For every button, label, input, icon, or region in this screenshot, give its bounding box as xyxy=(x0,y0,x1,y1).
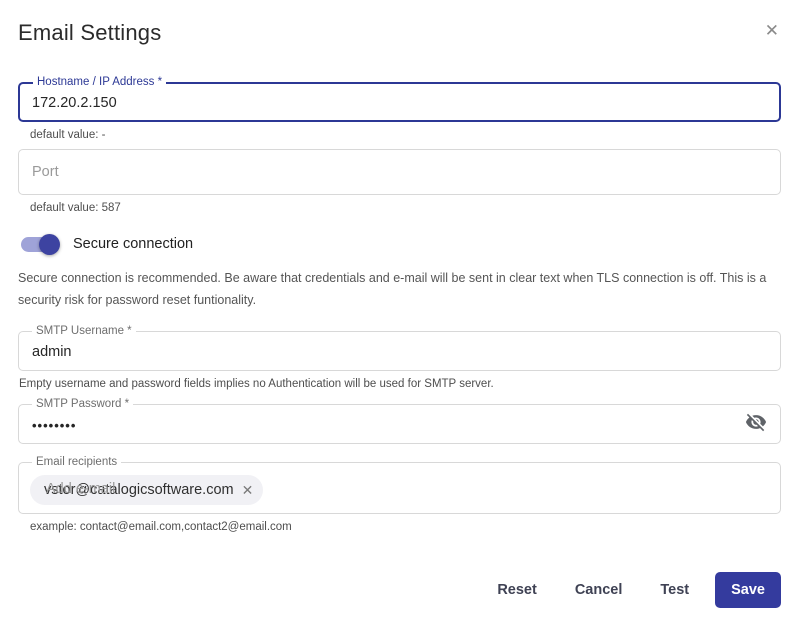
secure-connection-row: Secure connection xyxy=(18,232,781,256)
smtp-password-input[interactable] xyxy=(18,398,781,444)
reset-button[interactable]: Reset xyxy=(485,573,549,607)
secure-connection-toggle[interactable] xyxy=(21,233,60,255)
visibility-off-icon[interactable] xyxy=(743,409,769,435)
secure-connection-description: Secure connection is recommended. Be awa… xyxy=(18,271,767,307)
save-button[interactable]: Save xyxy=(715,572,781,608)
port-helper-text: default value: 587 xyxy=(30,202,121,214)
dialog-header: Email Settings ✕ xyxy=(18,18,781,46)
email-recipients-inner: vstor@catalogicsoftware.com ✕ xyxy=(18,456,795,514)
smtp-username-helper-text: Empty username and password fields impli… xyxy=(19,378,494,390)
smtp-username-field: SMTP Username * xyxy=(18,325,781,371)
dialog-footer: Reset Cancel Test Save xyxy=(18,572,781,608)
secure-connection-label: Secure connection xyxy=(73,236,194,252)
page-title: Email Settings xyxy=(18,20,162,45)
smtp-username-input[interactable] xyxy=(18,325,781,371)
hostname-field: Hostname / IP Address * xyxy=(18,76,781,122)
add-email-input[interactable] xyxy=(32,456,795,514)
email-recipients-helper-text: example: contact@email.com,contact2@emai… xyxy=(30,521,292,533)
hostname-input[interactable] xyxy=(18,76,781,122)
port-field xyxy=(18,149,781,195)
hostname-helper-text: default value: - xyxy=(30,129,106,141)
test-button[interactable]: Test xyxy=(648,573,701,607)
toggle-knob-icon xyxy=(39,233,60,255)
email-settings-dialog: Email Settings ✕ Hostname / IP Address *… xyxy=(0,0,799,628)
email-recipients-field: Email recipients vstor@catalogicsoftware… xyxy=(18,456,795,514)
close-icon[interactable]: ✕ xyxy=(763,18,781,43)
port-input[interactable] xyxy=(18,149,781,195)
cancel-button[interactable]: Cancel xyxy=(563,573,635,607)
smtp-password-field: SMTP Password * xyxy=(18,398,781,444)
